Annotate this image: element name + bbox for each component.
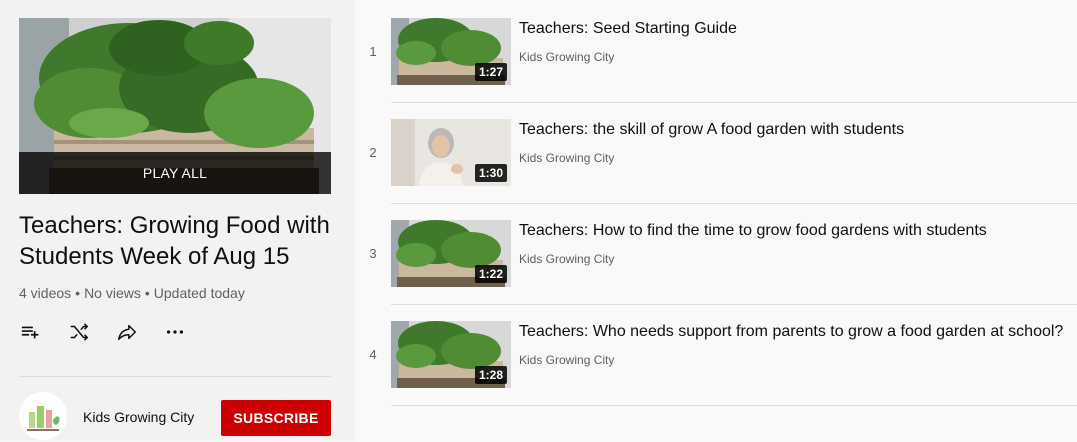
video-index: 3 (369, 246, 377, 261)
subscribe-button[interactable]: SUBSCRIBE (221, 400, 331, 436)
shuffle-button[interactable] (67, 320, 91, 344)
more-options-button[interactable] (163, 320, 187, 344)
share-button[interactable] (115, 320, 139, 344)
channel-logo-icon (19, 392, 67, 440)
video-thumbnail[interactable]: 1:22 (391, 220, 511, 287)
video-title-link[interactable]: Teachers: Seed Starting Guide (519, 19, 737, 39)
channel-name-link[interactable]: Kids Growing City (83, 409, 194, 425)
video-title-link[interactable]: Teachers: How to find the time to grow f… (519, 221, 987, 241)
sidebar-divider (19, 376, 331, 377)
video-channel-link[interactable]: Kids Growing City (519, 150, 614, 166)
video-count: 4 videos (19, 285, 72, 301)
playlist-actions (19, 318, 211, 346)
playlist-title: Teachers: Growing Food with Students Wee… (19, 212, 330, 270)
view-count: No views (84, 285, 141, 301)
share-icon (118, 324, 136, 341)
row-divider (391, 102, 1077, 103)
video-title-link[interactable]: Teachers: Who needs support from parents… (519, 322, 1063, 342)
video-duration: 1:30 (474, 164, 507, 182)
row-divider (391, 304, 1077, 305)
channel-avatar[interactable] (19, 392, 67, 440)
channel-owner: Kids Growing City SUBSCRIBE (19, 392, 331, 442)
video-thumbnail[interactable]: 1:27 (391, 18, 511, 85)
updated-text: Updated today (153, 285, 245, 301)
save-to-playlist-icon (21, 326, 39, 339)
save-to-playlist-button[interactable] (19, 320, 43, 344)
more-options-icon (166, 330, 184, 334)
playlist-sidebar: PLAY ALL Teachers: Growing Food with Stu… (0, 0, 355, 441)
meta-separator: • (144, 285, 150, 301)
video-thumbnail[interactable]: 1:30 (391, 119, 511, 186)
video-channel-link[interactable]: Kids Growing City (519, 251, 614, 267)
shuffle-icon (70, 323, 89, 341)
video-duration: 1:22 (474, 265, 507, 283)
video-thumbnail[interactable]: 1:28 (391, 321, 511, 388)
play-all-button[interactable]: PLAY ALL (19, 152, 331, 194)
video-duration: 1:28 (474, 366, 507, 384)
row-divider (391, 203, 1077, 204)
video-channel-link[interactable]: Kids Growing City (519, 352, 614, 368)
video-index: 1 (369, 44, 377, 59)
meta-separator: • (75, 285, 81, 301)
row-divider (391, 405, 1077, 406)
playlist-stats: 4 videos • No views • Updated today (19, 285, 245, 301)
video-index: 4 (369, 347, 377, 362)
video-title-link[interactable]: Teachers: the skill of grow A food garde… (519, 120, 904, 140)
playlist-hero-thumbnail[interactable]: PLAY ALL (19, 18, 331, 194)
video-index: 2 (369, 145, 377, 160)
video-channel-link[interactable]: Kids Growing City (519, 49, 614, 65)
video-duration: 1:27 (474, 63, 507, 81)
